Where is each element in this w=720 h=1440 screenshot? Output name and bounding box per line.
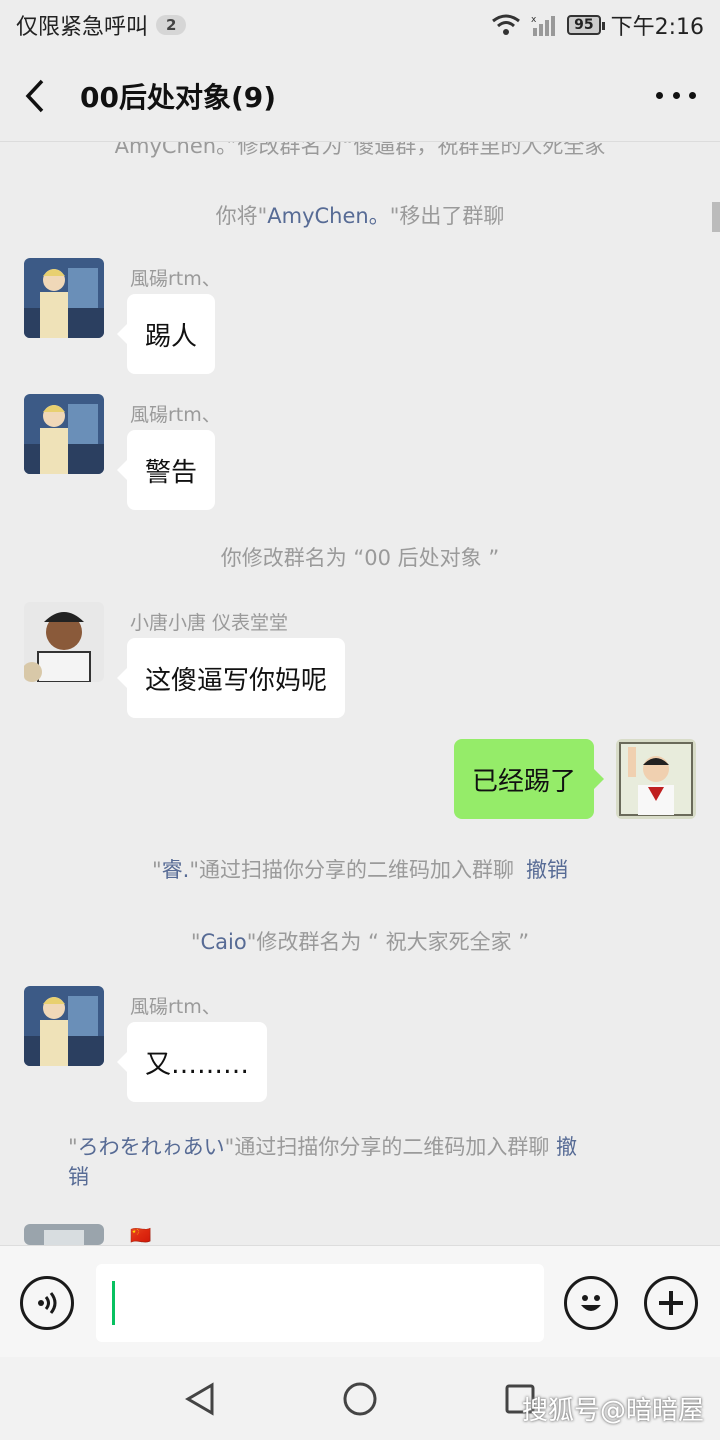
member-name-link[interactable]: Caio bbox=[201, 930, 247, 954]
text-caret bbox=[112, 1281, 115, 1325]
sender-name: 風碭rtm、 bbox=[130, 268, 221, 290]
avatar[interactable] bbox=[24, 602, 104, 682]
system-message-text: "修改群名为 “ 祝大家死全家 ” bbox=[246, 930, 530, 954]
chat-header: 00后处对象(9) bbox=[0, 50, 720, 142]
system-message: "ろわをれゎあい"通过扫描你分享的二维码加入群聊 撤销 bbox=[0, 1132, 620, 1192]
sender-name: 小唐小唐 仪表堂堂 bbox=[130, 612, 289, 634]
member-name-link[interactable]: AmyChen。 bbox=[267, 204, 389, 228]
system-message-text: " bbox=[68, 1135, 78, 1159]
avatar-self[interactable] bbox=[616, 739, 696, 819]
avatar[interactable] bbox=[24, 394, 104, 474]
message-bubble[interactable]: 又……… bbox=[116, 1022, 268, 1102]
system-message-text: "移出了群聊 bbox=[389, 204, 505, 228]
plus-icon bbox=[659, 1291, 683, 1315]
voice-icon bbox=[38, 1292, 57, 1314]
sender-name: 風碭rtm、 bbox=[130, 996, 221, 1018]
revoke-link[interactable]: 撤 bbox=[556, 1135, 577, 1159]
battery-icon: 95 bbox=[567, 15, 606, 35]
input-bar bbox=[0, 1245, 720, 1357]
emoji-button[interactable] bbox=[564, 1276, 618, 1330]
back-icon[interactable] bbox=[24, 76, 54, 116]
avatar[interactable] bbox=[24, 1224, 104, 1245]
sender-name: 風碭rtm、 bbox=[130, 404, 221, 426]
system-message-text: " bbox=[190, 930, 201, 954]
system-message: 你将"AmyChen。"移出了群聊 bbox=[0, 200, 720, 230]
notification-badge: 2 bbox=[156, 15, 187, 35]
system-message-text: " bbox=[151, 858, 162, 882]
system-message-text: "通过扫描你分享的二维码加入群聊 bbox=[224, 1135, 550, 1159]
emoji-icon bbox=[581, 1295, 601, 1311]
more-functions-button[interactable] bbox=[644, 1276, 698, 1330]
status-right: x 95 下午2:16 bbox=[491, 9, 704, 41]
signal-icon: x bbox=[531, 15, 556, 36]
system-message: "Caio"修改群名为 “ 祝大家死全家 ” bbox=[0, 926, 720, 956]
chat-title: 00后处对象(9) bbox=[80, 80, 277, 114]
system-message: "睿."通过扫描你分享的二维码加入群聊 撤销 bbox=[0, 854, 720, 884]
status-bar: 仅限紧急呼叫 2 x 95 下午2:16 bbox=[0, 0, 720, 50]
more-options-icon[interactable] bbox=[656, 92, 696, 99]
voice-input-button[interactable] bbox=[20, 1276, 74, 1330]
member-name-link[interactable]: 睿. bbox=[162, 858, 190, 882]
system-message-text: AmyChen。”修改群名为“傻逼群，祝群里的人死全家 bbox=[114, 142, 606, 158]
message-bubble-self[interactable]: 已经踢了 bbox=[453, 739, 605, 819]
system-message-text: "通过扫描你分享的二维码加入群聊 bbox=[189, 858, 515, 882]
message-input[interactable] bbox=[96, 1264, 544, 1342]
system-message-partial: AmyChen。”修改群名为“傻逼群，祝群里的人死全家 bbox=[0, 142, 720, 160]
sender-flag: 🇨🇳 bbox=[130, 1226, 152, 1245]
message-bubble[interactable]: 这傻逼写你妈呢 bbox=[116, 638, 346, 718]
avatar[interactable] bbox=[24, 986, 104, 1066]
nav-home-icon[interactable] bbox=[342, 1381, 378, 1417]
system-message: 你修改群名为 “00 后处对象 ” bbox=[220, 546, 500, 570]
avatar[interactable] bbox=[24, 258, 104, 338]
clock: 下午2:16 bbox=[610, 15, 704, 40]
message-bubble[interactable]: 警告 bbox=[116, 430, 216, 510]
svg-text:x: x bbox=[531, 15, 537, 25]
wifi-icon bbox=[492, 14, 521, 35]
message-bubble[interactable]: 踢人 bbox=[116, 294, 216, 374]
system-message-text: 你将" bbox=[215, 204, 268, 228]
nav-back-icon[interactable] bbox=[184, 1382, 216, 1416]
carrier-text: 仅限紧急呼叫 bbox=[16, 15, 149, 40]
revoke-link[interactable]: 撤销 bbox=[526, 858, 568, 882]
watermark: 搜狐号@暗暗屋 bbox=[521, 1396, 704, 1426]
status-left: 仅限紧急呼叫 2 bbox=[16, 9, 187, 41]
revoke-link[interactable]: 销 bbox=[68, 1165, 89, 1189]
member-name-link[interactable]: ろわをれゎあい bbox=[78, 1135, 225, 1159]
chat-messages[interactable]: AmyChen。”修改群名为“傻逼群，祝群里的人死全家 你将"AmyChen。"… bbox=[0, 142, 720, 1245]
